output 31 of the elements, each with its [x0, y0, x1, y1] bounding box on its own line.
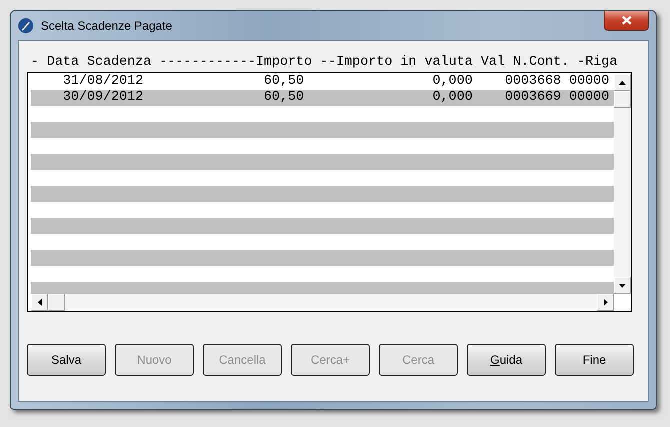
list-cell: 31/08/2012 [63, 74, 144, 90]
down-arrow-icon [619, 284, 626, 288]
column-header: - Data Scadenza ------------Importo --Importo in valuta Val N.Cont. -Riga [30, 56, 619, 72]
list-cell-text: 0,000 [432, 74, 473, 90]
scroll-thumb[interactable] [48, 294, 65, 311]
scroll-down-button[interactable] [614, 277, 631, 294]
pen-icon [18, 18, 34, 34]
list-cell: 0003668 [505, 74, 562, 90]
dialog-button[interactable]: Salva [27, 344, 106, 376]
right-arrow-icon [604, 299, 608, 306]
scroll-thumb[interactable] [614, 91, 631, 108]
list-cell-text: 60,50 [263, 90, 304, 106]
list-row[interactable]: 30/09/2012 60,50 0,000 0003669 00000 [31, 90, 614, 106]
list-cell-text: 60,50 [263, 74, 304, 90]
list-cell: 30/09/2012 [63, 90, 144, 106]
up-arrow-icon [619, 80, 626, 84]
dialog-button[interactable]: Fine [555, 344, 634, 376]
left-arrow-icon [38, 299, 42, 306]
list-cell: 00000 [569, 90, 610, 106]
scroll-up-button[interactable] [614, 74, 631, 91]
list-cell: 0003669 [505, 90, 562, 106]
vertical-scrollbar[interactable] [614, 74, 631, 294]
close-icon [622, 16, 632, 25]
scroll-right-button[interactable] [597, 294, 614, 311]
list-cell-text: 0,000 [432, 90, 473, 106]
window-title: Scelta Scadenze Pagate [41, 18, 174, 32]
list-row[interactable]: 31/08/2012 60,50 0,000 0003668 00000 [31, 74, 614, 90]
dialog-button[interactable]: Guida [467, 344, 546, 376]
scroll-left-button[interactable] [31, 294, 48, 311]
list-cell: 00000 [569, 74, 610, 90]
close-button[interactable] [604, 11, 649, 31]
